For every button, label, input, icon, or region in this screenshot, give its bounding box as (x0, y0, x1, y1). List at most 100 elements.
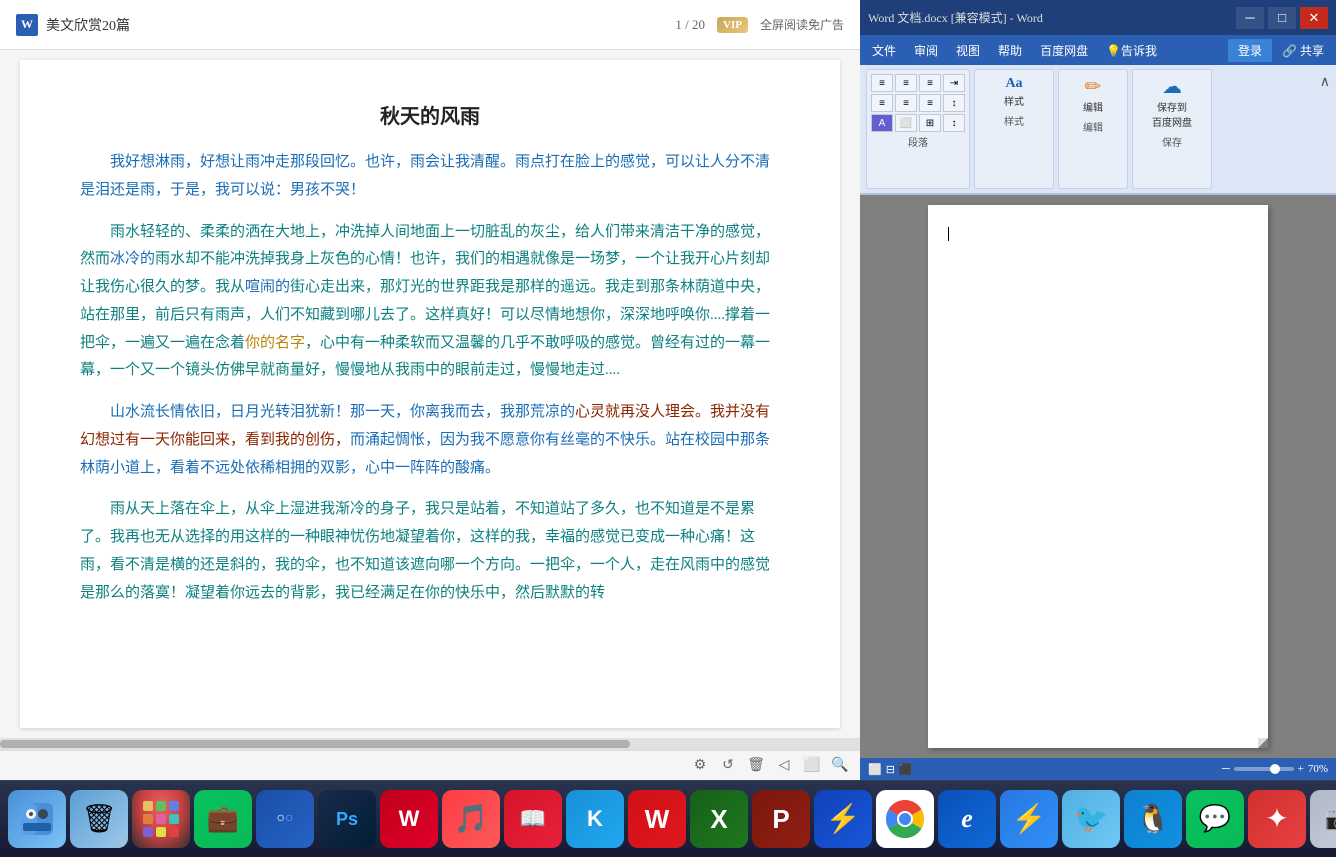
ribbon-para-col[interactable]: ⊞ (919, 114, 941, 132)
menu-help[interactable]: 帮助 (990, 38, 1030, 63)
taskbar-icon-ps[interactable]: Ps (318, 790, 376, 848)
ribbon-save-label: 保存 (1162, 134, 1182, 149)
taskbar-icon-wechat-work[interactable]: 💼 (194, 790, 252, 848)
doc-titlebar: W 美文欣赏20篇 1 / 20 VIP 全屏阅读免广告 (0, 0, 860, 50)
taskbar-icon-wps[interactable]: W (380, 790, 438, 848)
ribbon-group-edit: ✏ 编辑 编辑 (1058, 69, 1128, 189)
menu-review[interactable]: 审阅 (906, 38, 946, 63)
ribbon-group-save: ☁ 保存到 百度网盘 保存 (1132, 69, 1212, 189)
taskbar-icon-trash[interactable]: 🗑 (70, 790, 128, 848)
ribbon-edit-btns: ✏ 编辑 (1071, 74, 1115, 117)
word-page (928, 205, 1268, 748)
taskbar-icon-chrome[interactable] (876, 790, 934, 848)
taskbar: 🗑 💼 ○ ○ Ps W 🎵 📖 K W X (0, 780, 1336, 857)
taskbar-icon-thunder[interactable]: ⚡ (814, 790, 872, 848)
zoom-slider[interactable] (1234, 767, 1294, 771)
ribbon-para-indent[interactable]: ⇥ (943, 74, 965, 92)
word-title-text: Word 文档.docx [兼容模式] - Word (868, 9, 1043, 26)
ribbon-para-align1[interactable]: ≡ (871, 94, 893, 112)
doc-title-left: W 美文欣赏20篇 (16, 14, 130, 36)
taskbar-icon-oo[interactable]: ○ ○ (256, 790, 314, 848)
doc-w-icon: W (16, 14, 38, 36)
menu-baidu[interactable]: 百度网盘 (1032, 38, 1096, 63)
ribbon-para-list2[interactable]: ≡ (895, 74, 917, 92)
vip-badge[interactable]: VIP (717, 17, 748, 33)
ribbon-group-paragraph: ≡ ≡ ≡ ⇥ ≡ ≡ ≡ ↕ A ⬜ ⊞ ↕ (866, 69, 970, 189)
ribbon-styles-btn[interactable]: Aa 样式 (992, 74, 1036, 111)
word-menu: 文件 审阅 视图 帮助 百度网盘 💡告诉我 登录 🔗 共享 (860, 35, 1336, 65)
ribbon-para-spacing[interactable]: ↕ (943, 94, 965, 112)
view-icon-1[interactable]: ⬜ (868, 763, 882, 776)
paragraph-1: 我好想淋雨，好想让雨冲走那段回忆。也许，雨会让我清醒。雨点打在脸上的感觉，可以让… (80, 149, 780, 205)
paragraph-2: 雨水轻轻的、柔柔的洒在大地上，冲洗掉人间地面上一切脏乱的灰尘，给人们带来清洁干净… (80, 219, 780, 386)
word-titlebar: Word 文档.docx [兼容模式] - Word ─ □ ✕ (860, 0, 1336, 35)
ribbon-para-btns: ≡ ≡ ≡ ⇥ ≡ ≡ ≡ ↕ A ⬜ ⊞ ↕ (871, 74, 965, 132)
doc-content[interactable]: 秋天的风雨 我好想淋雨，好想让雨冲走那段回忆。也许，雨会让我清醒。雨点打在脸上的… (20, 60, 840, 728)
word-ribbon: ≡ ≡ ≡ ⇥ ≡ ≡ ≡ ↕ A ⬜ ⊞ ↕ (860, 65, 1336, 195)
taskbar-icon-qq[interactable]: 🐧 (1124, 790, 1182, 848)
ribbon-para-sort[interactable]: ↕ (943, 114, 965, 132)
ribbon-para-align2[interactable]: ≡ (895, 94, 917, 112)
taskbar-icon-music[interactable]: 🎵 (442, 790, 500, 848)
taskbar-icon-kuai[interactable]: K (566, 790, 624, 848)
word-cursor (948, 227, 949, 241)
word-win-controls: ─ □ ✕ (1236, 7, 1328, 29)
view-icon-3[interactable]: ⬛ (899, 763, 913, 776)
bottom-icon-5[interactable]: ⬜ (802, 756, 822, 776)
word-document[interactable] (860, 195, 1336, 758)
bottom-icon-1[interactable]: ⚙ (690, 756, 710, 776)
taskbar-icon-finder[interactable] (8, 790, 66, 848)
doc-bottom-bar: ⚙ ↺ 🗑 ◁ ⬜ 🔍 (0, 750, 860, 780)
content-title: 秋天的风雨 (80, 100, 780, 129)
ribbon-para-list3[interactable]: ≡ (919, 74, 941, 92)
bottom-icon-4[interactable]: ◁ (774, 756, 794, 776)
taskbar-icon-launchpad[interactable] (132, 790, 190, 848)
ribbon-save-btns: ☁ 保存到 百度网盘 (1147, 74, 1197, 132)
ribbon-styles-label: 样式 (1004, 113, 1024, 128)
taskbar-icon-wps-x[interactable]: X (690, 790, 748, 848)
ribbon-para-list1[interactable]: ≡ (871, 74, 893, 92)
zoom-in-btn[interactable]: + (1298, 763, 1304, 775)
ribbon-collapse-btn[interactable]: ∧ (1320, 73, 1330, 90)
doc-title-text: 美文欣赏20篇 (46, 15, 130, 35)
ribbon-group-styles: Aa 样式 样式 (974, 69, 1054, 189)
taskbar-icon-red[interactable]: 📖 (504, 790, 562, 848)
ribbon-para-label: 段落 (908, 134, 928, 149)
menu-share[interactable]: 🔗 共享 (1274, 38, 1332, 63)
ribbon-para-shade[interactable]: A (871, 114, 893, 132)
word-statusbar: ⬜ ⊟ ⬛ ─ + 70% (860, 758, 1336, 780)
word-panel: Word 文档.docx [兼容模式] - Word ─ □ ✕ 文件 审阅 视… (860, 0, 1336, 780)
taskbar-icon-wps-w[interactable]: W (628, 790, 686, 848)
menu-view[interactable]: 视图 (948, 38, 988, 63)
taskbar-icon-xmind[interactable]: ✦ (1248, 790, 1306, 848)
taskbar-icon-ie[interactable]: e (938, 790, 996, 848)
paragraph-4: 雨从天上落在伞上，从伞上湿进我渐冷的身子，我只是站着，不知道站了多久，也不知道是… (80, 496, 780, 607)
bottom-icon-3[interactable]: 🗑 (746, 756, 766, 776)
doc-scrollbar[interactable] (0, 738, 860, 750)
ribbon-para-align3[interactable]: ≡ (919, 94, 941, 112)
ribbon-style-btns: Aa 样式 (992, 74, 1036, 111)
taskbar-icon-wps-p[interactable]: P (752, 790, 810, 848)
win-maximize-btn[interactable]: □ (1268, 7, 1296, 29)
win-minimize-btn[interactable]: ─ (1236, 7, 1264, 29)
zoom-out-btn[interactable]: ─ (1222, 763, 1230, 775)
taskbar-icon-thunder2[interactable]: ⚡ (1000, 790, 1058, 848)
ribbon-para-border[interactable]: ⬜ (895, 114, 917, 132)
ribbon-save-btn[interactable]: ☁ 保存到 百度网盘 (1147, 74, 1197, 132)
bottom-icon-search[interactable]: 🔍 (830, 756, 850, 776)
ribbon-edit-btn[interactable]: ✏ 编辑 (1071, 74, 1115, 117)
view-icon-2[interactable]: ⊟ (886, 763, 895, 776)
fullscreen-btn[interactable]: 全屏阅读免广告 (760, 16, 844, 33)
menu-telme[interactable]: 💡告诉我 (1098, 38, 1165, 63)
word-login-button[interactable]: 登录 (1228, 39, 1272, 62)
taskbar-icon-screen[interactable]: 📷 (1310, 790, 1336, 848)
bottom-icon-2[interactable]: ↺ (718, 756, 738, 776)
view-mode-icons: ⬜ ⊟ ⬛ (868, 763, 913, 776)
doc-scrollbar-thumb[interactable] (0, 740, 630, 748)
zoom-thumb (1270, 764, 1280, 774)
win-close-btn[interactable]: ✕ (1300, 7, 1328, 29)
document-area: W 美文欣赏20篇 1 / 20 VIP 全屏阅读免广告 秋天的风雨 我好想淋雨… (0, 0, 860, 780)
menu-file[interactable]: 文件 (864, 38, 904, 63)
taskbar-icon-bird[interactable]: 🐦 (1062, 790, 1120, 848)
taskbar-icon-wechat[interactable]: 💬 (1186, 790, 1244, 848)
